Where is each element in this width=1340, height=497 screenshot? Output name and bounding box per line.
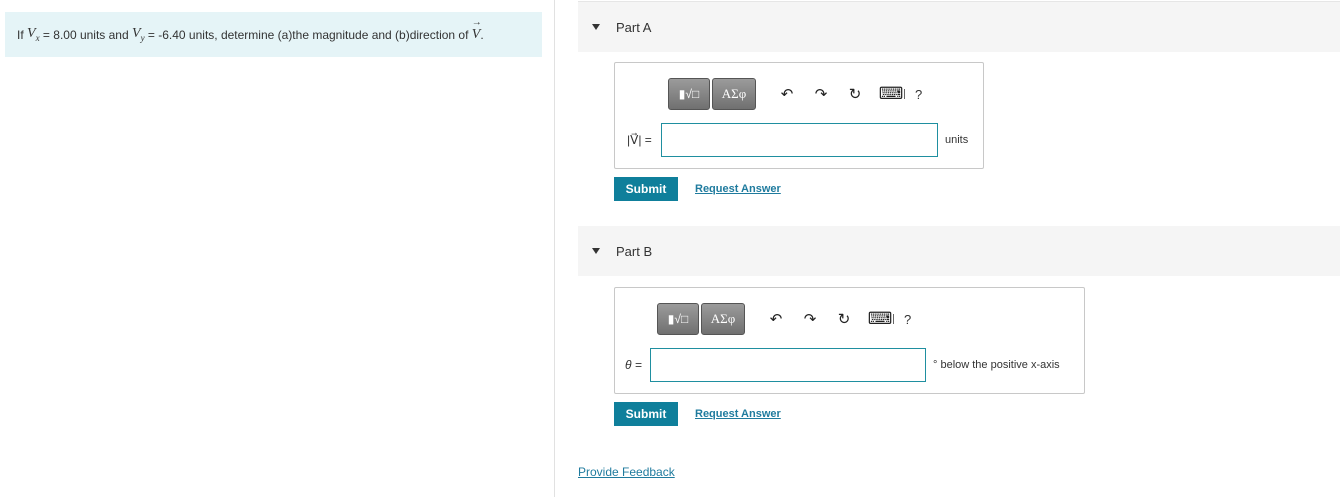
templates-button[interactable]: ▮√□ [668,78,710,110]
problem-column: If Vx = 8.00 units and Vy = -6.40 units,… [0,0,555,497]
keyboard-icon[interactable]: ⌨ [868,309,893,328]
part-b-title: Part B [616,243,653,259]
part-b-header[interactable]: Part B [578,226,1340,276]
part-b-answer-panel: ▮√□ ΑΣφ ↶ ↷ ↻ ⌨ ? θ = ° below the positi… [614,287,1085,394]
vx-symbol: Vx [27,26,40,43]
undo-icon[interactable]: ↶ [767,310,785,328]
problem-prefix: If [17,27,24,42]
part-a-title: Part A [616,19,652,35]
symbols-label: ΑΣφ [721,86,747,101]
provide-feedback-link[interactable]: Provide Feedback [578,465,675,479]
part-b-math-toolbar: ▮√□ ΑΣφ ↶ ↷ ↻ ⌨ ? [657,303,911,335]
redo-icon[interactable]: ↷ [812,85,830,103]
theta-label: θ = [625,358,642,372]
undo-icon[interactable]: ↶ [778,85,796,103]
toolbar-separator [904,89,905,99]
v-vector-symbol: V [472,17,482,43]
symbols-label: ΑΣφ [710,311,736,326]
theta-unit: ° below the positive x-axis [933,359,1060,371]
redo-icon[interactable]: ↷ [801,310,819,328]
part-a-answer-panel: ▮√□ ΑΣφ ↶ ↷ ↻ ⌨ ? |V⃗| = units [614,62,984,169]
templates-icon: ▮√□ [667,312,689,326]
help-button[interactable]: ? [915,87,922,102]
part-b-submit-button[interactable]: Submit [614,402,678,426]
vy-symbol: Vy [132,26,145,43]
templates-button[interactable]: ▮√□ [657,303,699,335]
symbols-button[interactable]: ΑΣφ [712,78,756,110]
templates-icon: ▮√□ [678,87,700,101]
magnitude-unit: units [945,134,969,146]
reset-icon[interactable]: ↻ [846,85,864,103]
part-a-header[interactable]: Part A [578,2,1340,52]
collapse-triangle-icon [592,24,600,30]
problem-suffix: . [480,27,484,42]
part-b-request-answer-link[interactable]: Request Answer [695,408,781,420]
keyboard-icon[interactable]: ⌨ [879,84,904,103]
reset-icon[interactable]: ↻ [835,310,853,328]
part-a-request-answer-link[interactable]: Request Answer [695,183,781,195]
part-a-math-toolbar: ▮√□ ΑΣφ ↶ ↷ ↻ ⌨ ? [668,78,922,110]
help-button[interactable]: ? [904,312,911,327]
theta-input[interactable] [650,348,926,382]
magnitude-input[interactable] [661,123,938,157]
vy-text: = -6.40 units, determine (a)the magnitud… [147,27,469,42]
vx-text: = 8.00 units and [42,27,129,42]
collapse-triangle-icon [592,248,600,254]
toolbar-separator [893,314,894,324]
symbols-button[interactable]: ΑΣφ [701,303,745,335]
part-a-submit-button[interactable]: Submit [614,177,678,201]
magnitude-label: |V⃗| = [627,133,652,147]
problem-statement: If Vx = 8.00 units and Vy = -6.40 units,… [5,12,542,57]
